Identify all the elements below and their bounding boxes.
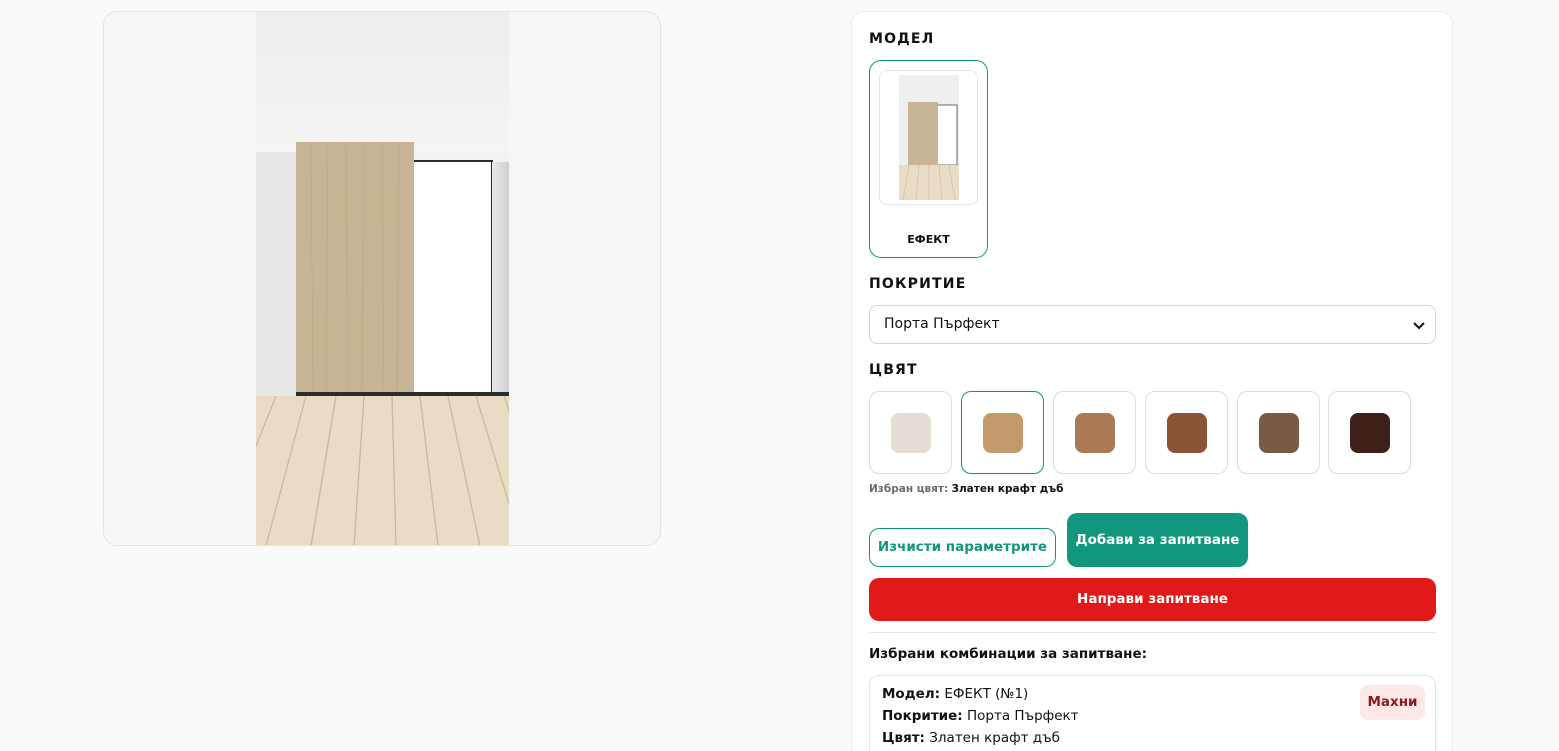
- selected-color-label: Избран цвят:: [869, 483, 949, 495]
- color-chip-6: [1350, 413, 1390, 453]
- color-swatch-2[interactable]: [961, 391, 1044, 474]
- model-option-label: ЕФЕКТ: [907, 233, 950, 246]
- model-section-title: МОДЕЛ: [869, 31, 935, 47]
- add-to-inquiry-button[interactable]: Добави за запитване: [1067, 513, 1248, 567]
- combination-color-value: Златен крафт дъб: [929, 730, 1061, 746]
- selected-color-value: Златен крафт дъб: [951, 483, 1064, 495]
- coating-section-title: ПОКРИТИЕ: [869, 276, 967, 292]
- color-chip-4: [1167, 413, 1207, 453]
- combination-model: Модел: ЕФЕКТ (№1): [882, 686, 1028, 702]
- combinations-title: Избрани комбинации за запитване:: [869, 646, 1148, 662]
- remove-combination-button[interactable]: Махни: [1360, 685, 1425, 720]
- selected-color-text: Избран цвят: Златен крафт дъб: [869, 483, 1063, 495]
- combination-coating-value: Порта Пърфект: [967, 708, 1079, 724]
- combination-model-label: Модел:: [882, 686, 941, 702]
- color-swatch-6[interactable]: [1328, 391, 1411, 474]
- divider: [869, 632, 1436, 633]
- color-chip-5: [1259, 413, 1299, 453]
- door-render-image: [256, 12, 509, 545]
- combination-item: Модел: ЕФЕКТ (№1) Покритие: Порта Пърфек…: [869, 675, 1436, 751]
- door-preview: [103, 11, 661, 546]
- model-option-efekt[interactable]: ЕФЕКТ: [869, 60, 988, 258]
- color-swatch-1[interactable]: [869, 391, 952, 474]
- combination-coating: Покритие: Порта Пърфект: [882, 708, 1079, 724]
- color-chip-1: [891, 413, 931, 453]
- combination-color-label: Цвят:: [882, 730, 925, 746]
- color-chip-3: [1075, 413, 1115, 453]
- color-swatch-3[interactable]: [1053, 391, 1136, 474]
- coating-select[interactable]: Порта Пърфект: [869, 305, 1436, 344]
- clear-parameters-button[interactable]: Изчисти параметрите: [869, 528, 1056, 567]
- make-inquiry-button[interactable]: Направи запитване: [869, 578, 1436, 621]
- color-swatch-4[interactable]: [1145, 391, 1228, 474]
- color-chip-2: [983, 413, 1023, 453]
- coating-select-value: Порта Пърфект: [884, 316, 1000, 332]
- combination-coating-label: Покритие:: [882, 708, 963, 724]
- model-thumbnail-image: [879, 70, 978, 205]
- chevron-down-icon: [1413, 322, 1425, 330]
- combination-color: Цвят: Златен крафт дъб: [882, 730, 1060, 746]
- color-section-title: ЦВЯТ: [869, 362, 918, 378]
- configurator-panel: МОДЕЛ ЕФЕКТ ПОКРИТИЕ Порта Пърфект ЦВЯТ …: [851, 11, 1453, 751]
- combination-model-value: ЕФЕКТ (№1): [944, 686, 1029, 702]
- color-swatch-5[interactable]: [1237, 391, 1320, 474]
